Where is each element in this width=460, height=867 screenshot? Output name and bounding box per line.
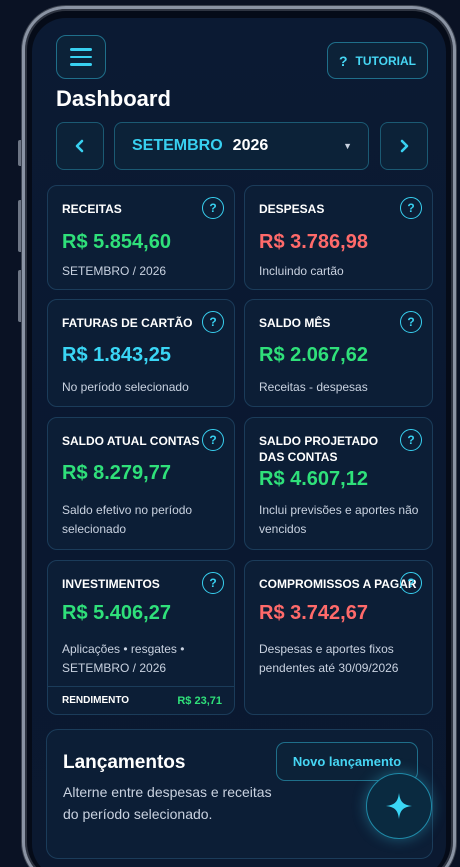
card-subtitle: Inclui previsões e aportes não vencidos — [259, 503, 419, 536]
help-icon[interactable]: ? — [400, 572, 422, 594]
card-subtitle: Saldo efetivo no período selecionado — [62, 503, 193, 536]
help-icon[interactable]: ? — [202, 429, 224, 451]
menu-button[interactable] — [56, 35, 106, 79]
card-value: R$ 8.279,77 — [62, 462, 171, 484]
card-saldo-mes[interactable]: SALDO MÊS ? R$ 2.067,62 Receitas - despe… — [244, 299, 433, 407]
card-value: R$ 4.607,12 — [259, 468, 368, 490]
card-saldo-projetado[interactable]: SALDO PROJETADO DAS CONTAS ? R$ 4.607,12… — [244, 417, 433, 550]
next-month-button[interactable] — [380, 122, 428, 170]
assistant-fab-button[interactable] — [366, 773, 432, 839]
help-icon: ? — [338, 52, 348, 69]
card-value: R$ 5.406,27 — [62, 602, 171, 624]
card-compromissos-a-pagar[interactable]: COMPROMISSOS A PAGAR ? R$ 3.742,67 Despe… — [244, 560, 433, 715]
help-icon[interactable]: ? — [400, 311, 422, 333]
tutorial-button[interactable]: ? TUTORIAL — [327, 42, 428, 79]
tutorial-label: TUTORIAL — [355, 53, 416, 68]
card-value: R$ 1.843,25 — [62, 344, 171, 366]
section-description: Alterne entre despesas e receitas do per… — [63, 784, 272, 822]
caret-down-icon: ▼ — [343, 141, 352, 151]
card-value: R$ 5.854,60 — [62, 231, 171, 253]
sparkle-icon — [386, 793, 412, 819]
card-label: SALDO ATUAL CONTAS — [62, 434, 200, 448]
selected-year: 2026 — [232, 137, 269, 154]
help-icon[interactable]: ? — [202, 197, 224, 219]
card-saldo-atual-contas[interactable]: SALDO ATUAL CONTAS ? R$ 8.279,77 Saldo e… — [47, 417, 235, 550]
card-value: R$ 3.786,98 — [259, 231, 368, 253]
selected-month: SETEMBRO — [132, 137, 223, 154]
card-subtitle: Aplicações • resgates • SETEMBRO / 2026 — [62, 642, 185, 675]
card-despesas[interactable]: DESPESAS ? R$ 3.786,98 Incluindo cartão — [244, 185, 433, 290]
card-label: INVESTIMENTOS — [62, 577, 160, 591]
card-receitas[interactable]: RECEITAS ? R$ 5.854,60 SETEMBRO / 2026 — [47, 185, 235, 290]
card-label: RECEITAS — [62, 202, 122, 216]
help-icon[interactable]: ? — [202, 572, 224, 594]
card-label: SALDO PROJETADO DAS CONTAS — [259, 434, 379, 464]
help-icon[interactable]: ? — [202, 311, 224, 333]
card-subtitle: Despesas e aportes fixos pendentes até 3… — [259, 642, 399, 675]
card-subtitle: Receitas - despesas — [259, 380, 368, 394]
chevron-right-icon — [400, 139, 409, 153]
help-icon[interactable]: ? — [400, 429, 422, 451]
previous-month-button[interactable] — [56, 122, 104, 170]
card-label: SALDO MÊS — [259, 316, 331, 330]
page-title: Dashboard — [56, 86, 171, 111]
card-value: R$ 2.067,62 — [259, 344, 368, 366]
chevron-left-icon — [75, 139, 84, 153]
hamburger-menu-icon — [70, 48, 92, 51]
card-label: FATURAS DE CARTÃO — [62, 316, 193, 330]
rendimento-row: RENDIMENTO R$ 23,71 — [48, 686, 234, 714]
card-subtitle: Incluindo cartão — [259, 264, 344, 278]
card-subtitle: SETEMBRO / 2026 — [62, 264, 167, 278]
rendimento-value: R$ 23,71 — [177, 694, 222, 707]
help-icon[interactable]: ? — [400, 197, 422, 219]
card-subtitle: No período selecionado — [62, 380, 189, 394]
card-investimentos[interactable]: INVESTIMENTOS ? R$ 5.406,27 Aplicações •… — [47, 560, 235, 715]
rendimento-label: RENDIMENTO — [62, 695, 130, 706]
month-selector[interactable]: SETEMBRO 2026 ▼ — [114, 122, 369, 170]
card-label: DESPESAS — [259, 202, 325, 216]
card-faturas-cartao[interactable]: FATURAS DE CARTÃO ? R$ 1.843,25 No perío… — [47, 299, 235, 407]
section-title: Lançamentos — [63, 752, 186, 773]
app-screen: ? TUTORIAL Dashboard SETEMBRO 2026 ▼ REC… — [32, 18, 446, 867]
card-label: COMPROMISSOS A PAGAR — [259, 577, 417, 591]
card-value: R$ 3.742,67 — [259, 602, 368, 624]
